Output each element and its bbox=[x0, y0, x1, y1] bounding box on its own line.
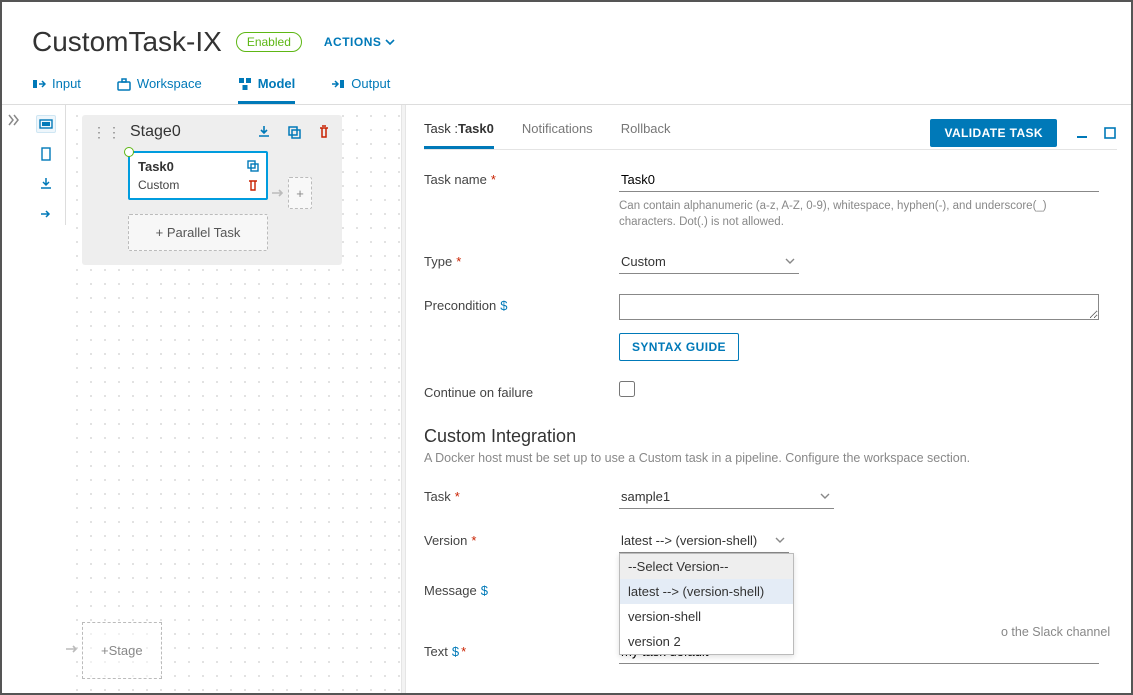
ci-task-select[interactable]: sample1 bbox=[619, 485, 834, 509]
task-copy-icon[interactable] bbox=[246, 159, 260, 173]
subtab-task-prefix: Task : bbox=[424, 121, 458, 136]
version-option-v2[interactable]: version 2 bbox=[620, 629, 793, 654]
syntax-guide-button[interactable]: SYNTAX GUIDE bbox=[619, 333, 739, 361]
subtab-rollback[interactable]: Rollback bbox=[621, 117, 671, 149]
add-sequential-task[interactable]: + bbox=[288, 177, 312, 209]
drag-handle-icon[interactable]: ⋮⋮ bbox=[92, 124, 122, 141]
subtab-notifications[interactable]: Notifications bbox=[522, 117, 593, 149]
task-status-icon bbox=[124, 147, 134, 157]
type-value: Custom bbox=[619, 250, 799, 274]
briefcase-icon bbox=[117, 77, 131, 91]
tab-model-label: Model bbox=[258, 76, 296, 91]
version-dropdown: --Select Version-- latest --> (version-s… bbox=[619, 553, 794, 655]
status-badge: Enabled bbox=[236, 32, 302, 52]
double-chevron-right-icon bbox=[7, 113, 21, 127]
continue-on-failure-label: Continue on failure bbox=[424, 385, 533, 400]
tab-input[interactable]: Input bbox=[32, 68, 81, 104]
tab-output[interactable]: Output bbox=[331, 68, 390, 104]
stage-copy-icon[interactable] bbox=[286, 124, 302, 140]
tool-forward[interactable] bbox=[36, 205, 56, 223]
primary-tabs: Input Workspace Model Output bbox=[2, 68, 1131, 105]
pipeline-canvas[interactable]: ⋮⋮ Stage0 Task0 Custom bbox=[66, 105, 401, 693]
task-delete-icon[interactable] bbox=[246, 178, 260, 192]
connector-arrow-icon bbox=[270, 185, 286, 201]
page-title: CustomTask-IX bbox=[32, 26, 222, 58]
tab-output-label: Output bbox=[351, 76, 390, 91]
precondition-label: Precondition bbox=[424, 298, 496, 313]
task-card-type: Custom bbox=[138, 178, 258, 192]
message-hint-fragment: o the Slack channel bbox=[1001, 625, 1110, 639]
custom-integration-subtitle: A Docker host must be set up to use a Cu… bbox=[424, 451, 1117, 465]
minimize-icon[interactable] bbox=[1075, 126, 1089, 140]
type-select[interactable]: Custom bbox=[619, 250, 799, 274]
precondition-input[interactable] bbox=[619, 294, 1099, 320]
tab-model[interactable]: Model bbox=[238, 68, 296, 104]
ci-task-value: sample1 bbox=[619, 485, 834, 509]
ci-task-label: Task bbox=[424, 489, 451, 504]
add-parallel-task[interactable]: + Parallel Task bbox=[128, 214, 268, 251]
tab-input-label: Input bbox=[52, 76, 81, 91]
version-select[interactable]: latest --> (version-shell) bbox=[619, 529, 789, 553]
text-label: Text bbox=[424, 644, 448, 659]
custom-integration-title: Custom Integration bbox=[424, 426, 1117, 447]
model-icon bbox=[238, 77, 252, 91]
type-label: Type bbox=[424, 254, 452, 269]
actions-label: ACTIONS bbox=[324, 35, 382, 49]
stage-delete-icon[interactable] bbox=[316, 124, 332, 140]
version-option-latest[interactable]: latest --> (version-shell) bbox=[620, 579, 793, 604]
task-name-label: Task name bbox=[424, 172, 487, 187]
version-label: Version bbox=[424, 533, 467, 548]
tool-document[interactable] bbox=[36, 145, 56, 163]
stage-download-icon[interactable] bbox=[256, 124, 272, 140]
maximize-icon[interactable] bbox=[1103, 126, 1117, 140]
validate-task-button[interactable]: VALIDATE TASK bbox=[930, 119, 1057, 147]
input-icon bbox=[32, 77, 46, 91]
task-detail-panel: Task :Task0 Notifications Rollback VALID… bbox=[406, 105, 1131, 693]
actions-menu[interactable]: ACTIONS bbox=[324, 35, 396, 49]
continue-on-failure-checkbox[interactable] bbox=[619, 381, 635, 397]
version-value: latest --> (version-shell) bbox=[619, 529, 789, 553]
stage-block[interactable]: ⋮⋮ Stage0 Task0 Custom bbox=[82, 115, 342, 265]
tool-download[interactable] bbox=[36, 175, 56, 193]
stage-title: Stage0 bbox=[130, 123, 248, 141]
version-option-shell[interactable]: version-shell bbox=[620, 604, 793, 629]
connector-arrow-icon bbox=[64, 641, 80, 657]
canvas-toolbar bbox=[26, 105, 66, 225]
chevron-down-icon bbox=[385, 37, 395, 47]
tool-cursor[interactable] bbox=[36, 115, 56, 133]
collapse-rail[interactable] bbox=[2, 105, 26, 693]
tab-workspace-label: Workspace bbox=[137, 76, 202, 91]
task-card-name: Task0 bbox=[138, 159, 258, 174]
subtab-task-name: Task0 bbox=[458, 121, 494, 136]
tab-workspace[interactable]: Workspace bbox=[117, 68, 202, 104]
version-option-placeholder[interactable]: --Select Version-- bbox=[620, 554, 793, 579]
add-stage[interactable]: +Stage bbox=[82, 622, 162, 679]
task-card[interactable]: Task0 Custom + bbox=[128, 151, 268, 200]
message-label: Message bbox=[424, 583, 477, 598]
task-name-input[interactable] bbox=[619, 168, 1099, 192]
task-name-helper: Can contain alphanumeric (a-z, A-Z, 0-9)… bbox=[619, 198, 1099, 230]
output-icon bbox=[331, 77, 345, 91]
subtab-task[interactable]: Task :Task0 bbox=[424, 117, 494, 149]
